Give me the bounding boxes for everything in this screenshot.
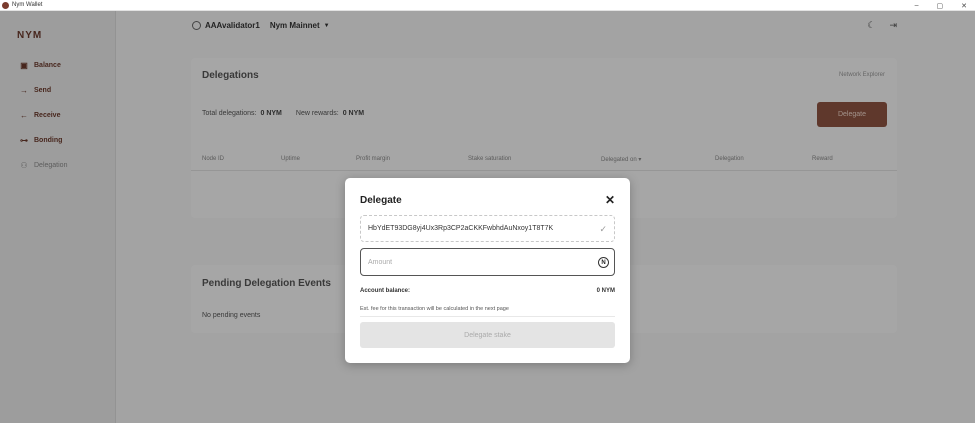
nym-token-icon: N: [598, 257, 609, 268]
amount-field[interactable]: N: [360, 248, 615, 276]
account-balance-value: 0 NYM: [596, 288, 615, 294]
close-window-button[interactable]: ✕: [961, 2, 967, 10]
window-controls: – ▢ ✕: [915, 0, 967, 11]
window-title: Nym Wallet: [12, 2, 43, 8]
app-logo-icon: [2, 1, 9, 9]
amount-input[interactable]: [368, 258, 588, 266]
node-identity-value: HbYdET93DG8yj4Ux3Rp3CP2aCKKFwbhdAuNxoy1T…: [368, 225, 554, 232]
close-icon[interactable]: ✕: [605, 193, 615, 207]
minimize-button[interactable]: –: [915, 2, 919, 9]
maximize-button[interactable]: ▢: [937, 2, 944, 10]
modal-title: Delegate: [360, 195, 402, 206]
window-titlebar: Nym Wallet – ▢ ✕: [0, 0, 975, 11]
account-balance-label: Account balance:: [360, 288, 411, 294]
delegate-stake-button[interactable]: Delegate stake: [360, 322, 615, 348]
node-identity-field[interactable]: HbYdET93DG8yj4Ux3Rp3CP2aCKKFwbhdAuNxoy1T…: [360, 215, 615, 242]
delegate-modal: Delegate ✕ HbYdET93DG8yj4Ux3Rp3CP2aCKKFw…: [345, 178, 630, 363]
check-icon: ✓: [599, 224, 607, 234]
fee-note: Est. fee for this transaction will be ca…: [360, 306, 509, 312]
divider: [360, 316, 615, 317]
